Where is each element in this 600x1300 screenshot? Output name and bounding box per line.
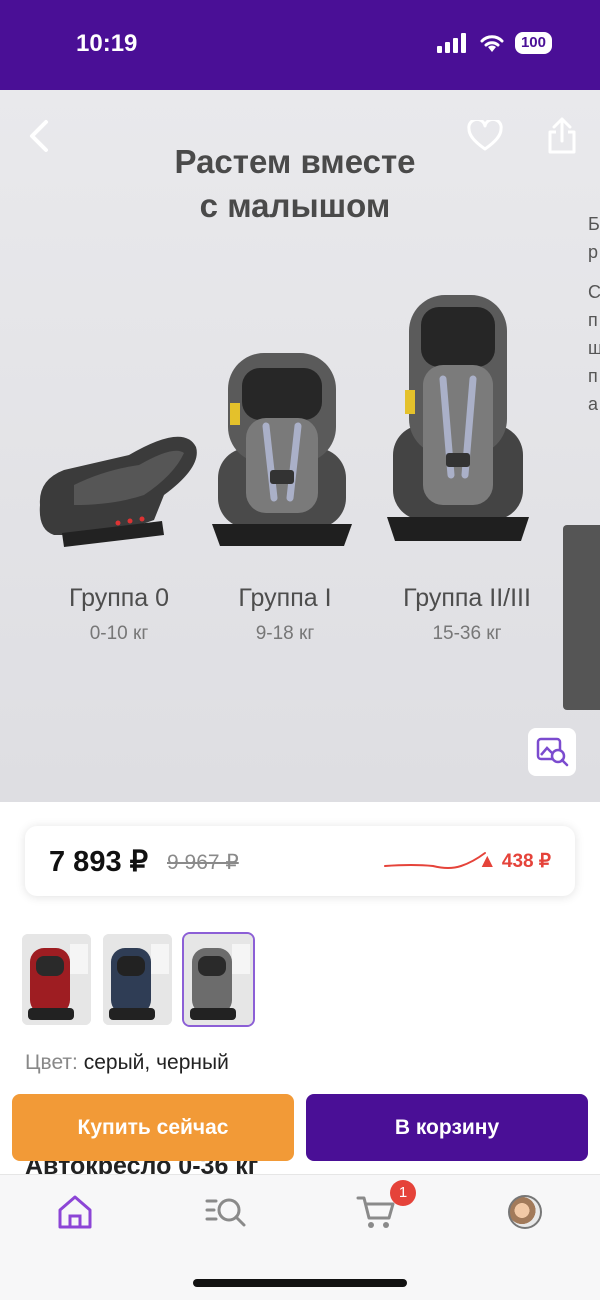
variant-blue-image: [103, 934, 172, 1025]
home-icon: [58, 1195, 92, 1229]
current-price: 7 893 ₽: [49, 846, 149, 878]
seat-group-name: Группа II/III: [403, 584, 531, 612]
selected-color: Цвет: серый, черный: [25, 1051, 229, 1075]
side-text-line: [588, 266, 600, 278]
image-search-button[interactable]: [528, 728, 576, 776]
cart-count-badge: 1: [390, 1180, 416, 1206]
buy-now-button[interactable]: Купить сейчас: [12, 1094, 294, 1161]
seat-weight-range: 15-36 кг: [432, 623, 502, 644]
seat-label-group-2-3: Группа II/III 15-36 кг: [382, 584, 552, 645]
tab-catalog[interactable]: [202, 1188, 250, 1236]
color-label: Цвет:: [25, 1051, 78, 1074]
heart-icon: [467, 120, 503, 151]
car-seat-group-2-3-image: [387, 295, 529, 541]
next-slide-text: Б р С п щ п а: [588, 210, 600, 418]
variant-thumbnail-red[interactable]: [22, 934, 91, 1025]
status-bar: 10:19 100: [0, 0, 600, 90]
catalog-search-icon: [205, 1198, 246, 1227]
side-text-line: С: [588, 282, 600, 302]
seat-weight-range: 0-10 кг: [89, 623, 149, 644]
image-search-icon: [536, 737, 569, 767]
tab-profile-avatar[interactable]: [508, 1195, 542, 1229]
car-seat-group-1-image: [212, 353, 352, 546]
back-button[interactable]: [16, 114, 60, 158]
color-variants: [22, 934, 253, 1025]
wifi-icon: [480, 35, 504, 52]
price-card[interactable]: 7 893 ₽ 9 967 ₽ ▲ 438 ₽: [25, 826, 575, 896]
price-history-sparkline-icon: [384, 852, 486, 869]
side-text-line: р: [588, 242, 599, 262]
variant-grey-image: [184, 934, 253, 1025]
tab-home[interactable]: [51, 1188, 99, 1236]
side-text-line: п: [588, 366, 598, 386]
side-text-line: щ: [588, 338, 600, 358]
hero-title: Растем вместе с малышом: [174, 143, 416, 224]
variant-red-image: [22, 934, 91, 1025]
share-button[interactable]: [540, 114, 584, 158]
variant-thumbnail-blue[interactable]: [103, 934, 172, 1025]
side-text-line: Б: [588, 214, 600, 234]
signal-icon: [436, 33, 466, 53]
next-slide-image-peek: [563, 525, 600, 710]
seat-weight-range: 9-18 кг: [255, 623, 315, 644]
variant-thumbnail-grey[interactable]: [184, 934, 253, 1025]
add-to-cart-button[interactable]: В корзину: [306, 1094, 588, 1161]
battery-indicator: 100: [514, 32, 552, 54]
side-text-line: п: [588, 310, 598, 330]
side-text-line: а: [588, 394, 599, 414]
seat-group-name: Группа 0: [68, 584, 170, 612]
seat-label-group-0: Группа 0 0-10 кг: [44, 584, 194, 645]
share-icon: [548, 117, 576, 154]
price-change: ▲ 438 ₽: [477, 851, 551, 872]
status-time: 10:19: [76, 30, 138, 57]
status-icons: 100: [436, 32, 552, 54]
old-price: 9 967 ₽: [167, 851, 239, 874]
color-value: серый, черный: [83, 1051, 229, 1074]
car-seat-group-0-image: [39, 436, 197, 547]
home-indicator: [193, 1279, 407, 1287]
seat-group-name: Группа I: [238, 584, 332, 612]
back-arrow-icon: [30, 120, 48, 152]
seat-label-group-1: Группа I 9-18 кг: [210, 584, 360, 645]
product-image-gallery[interactable]: Растем вместе с малышом Б р С п щ п а Гр…: [0, 90, 600, 802]
